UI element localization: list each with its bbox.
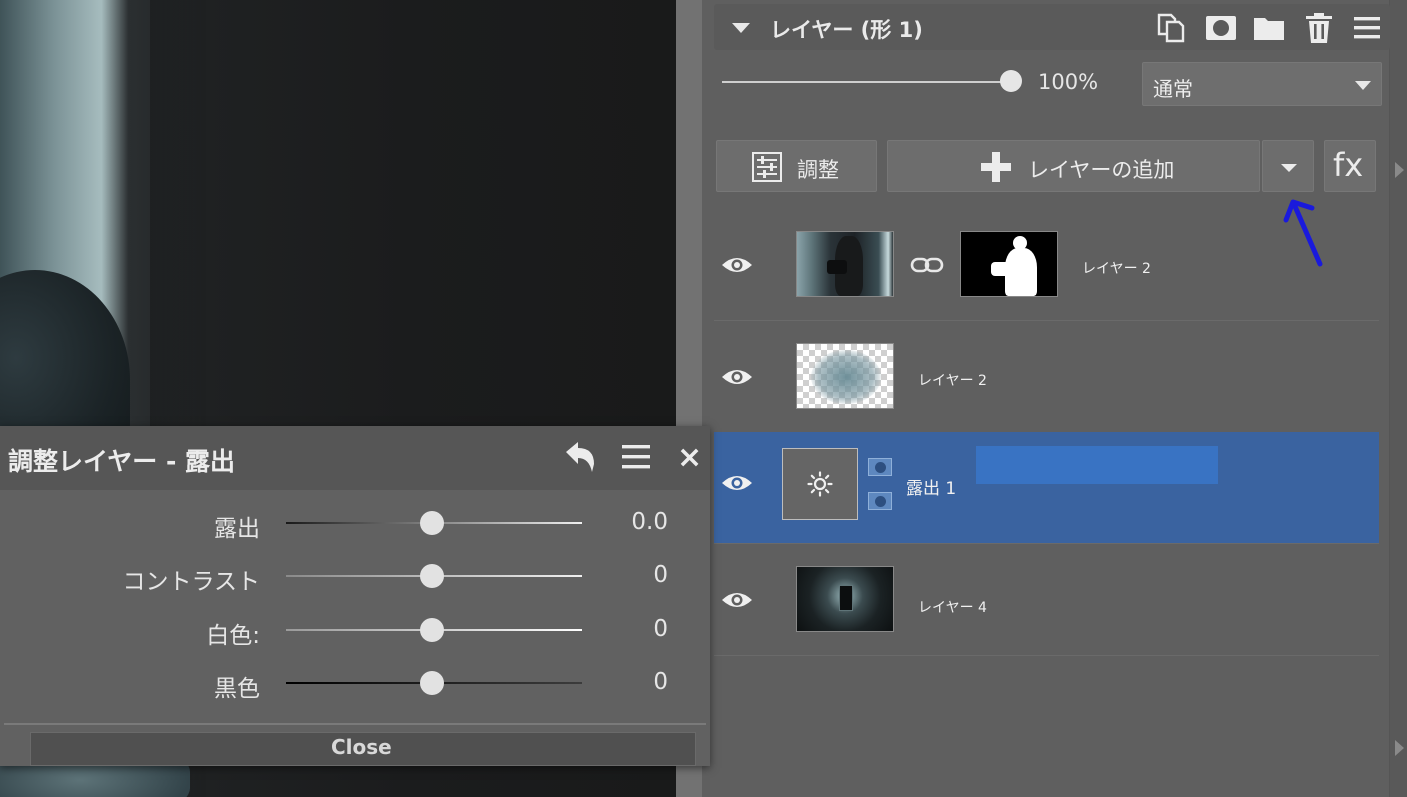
undo-icon[interactable] [562,440,598,474]
blend-mode-select[interactable]: 通常 [1142,62,1382,106]
layer-thumbnail[interactable] [796,231,894,297]
adjust-label: コントラスト [122,569,260,595]
collapse-caret-icon[interactable] [732,23,750,33]
layer-mask-thumbnail[interactable] [960,231,1058,297]
eye-icon[interactable] [720,589,754,611]
adjustment-dialog: 調整レイヤー - 露出 × 露出 0.0 コントラスト 0 白色: 0 黒色 0 [0,426,710,766]
contrast-slider-thumb[interactable] [420,564,444,588]
plus-icon-bar [981,163,1011,171]
close-button[interactable]: Close [30,732,696,766]
layer-name: 露出 1 [906,479,957,499]
layer-name: レイヤー 2 [1082,261,1151,277]
menu-icon[interactable] [1350,12,1384,44]
adjust-label: 露出 [214,516,260,542]
layers-header: レイヤー (形 1) [714,4,1390,50]
adjust-row-whites: 白色: 0 [0,610,700,650]
adjust-row-contrast: コントラスト 0 [0,556,700,596]
chevron-down-icon [1355,81,1371,90]
expand-arrow-icon[interactable] [1395,162,1404,178]
adjust-row-exposure: 露出 0.0 [0,503,700,543]
mask-chip-icon[interactable] [868,492,892,510]
layers-panel: レイヤー (形 1) 100% 通常 調整 レイヤーの追加 fx レイヤー 2 … [702,0,1407,797]
mask-chip-icon[interactable] [868,458,892,476]
dialog-title-bar[interactable]: 調整レイヤー - 露出 × [0,426,710,490]
fx-button[interactable]: fx [1324,140,1376,192]
dialog-title: 調整レイヤー - 露出 [8,447,236,476]
thumb-blur [811,350,881,404]
add-layer-dropdown-button[interactable] [1262,140,1314,192]
expand-arrow-icon[interactable] [1395,740,1404,756]
adjust-sliders-icon [752,152,782,182]
dialog-separator [4,723,706,725]
adjustment-layer-thumbnail[interactable] [782,448,858,520]
exposure-slider-thumb[interactable] [420,511,444,535]
duplicate-icon[interactable] [1154,12,1188,44]
blend-mode-value: 通常 [1153,77,1193,101]
blacks-slider-thumb[interactable] [420,671,444,695]
thumb-camera [827,260,847,274]
fx-button-label: fx [1333,146,1364,184]
layer-row[interactable]: レイヤー 2 [714,210,1379,321]
adjust-row-blacks: 黒色 0 [0,663,700,703]
trash-icon[interactable] [1302,12,1336,44]
thumb-door [839,585,853,611]
opacity-slider-track[interactable] [722,81,1006,83]
opacity-slider-thumb[interactable] [1000,70,1022,92]
opacity-value: 100% [1038,70,1099,94]
layer-row[interactable]: レイヤー 4 [714,545,1379,656]
adjust-value: 0.0 [631,509,668,535]
layer-row-selected[interactable]: 露出 1 [714,432,1379,544]
chevron-down-icon [1281,164,1297,172]
adjust-label: 黒色 [214,676,260,702]
mask-icon[interactable] [1204,12,1238,44]
adjust-button-label: 調整 [797,158,839,182]
layer-row[interactable]: レイヤー 2 [714,322,1379,433]
layers-panel-title: レイヤー (形 1) [770,18,923,42]
adjust-value: 0 [653,616,668,642]
add-layer-button-label: レイヤーの追加 [1028,158,1175,182]
eye-icon[interactable] [720,472,754,494]
dialog-menu-icon[interactable] [620,442,652,472]
mask-hand [991,262,1011,276]
close-button-label: Close [331,735,392,759]
link-icon[interactable] [910,255,944,275]
layer-thumbnail[interactable] [796,343,894,409]
whites-slider-thumb[interactable] [420,618,444,642]
layer-thumbnail[interactable] [796,566,894,632]
add-layer-button[interactable]: レイヤーの追加 [887,140,1260,192]
adjust-value: 0 [653,669,668,695]
layer-name: レイヤー 2 [918,373,987,389]
eye-icon[interactable] [720,254,754,276]
eye-icon[interactable] [720,366,754,388]
opacity-blend-row: 100% 通常 [720,62,1382,106]
adjust-label: 白色: [206,623,260,649]
layer-name-highlight [976,446,1218,484]
panel-edge-bar [1389,0,1407,797]
adjust-button[interactable]: 調整 [716,140,877,192]
folder-icon[interactable] [1252,12,1286,44]
sun-icon [807,471,833,497]
layer-name: レイヤー 4 [918,600,987,616]
adjust-value: 0 [653,562,668,588]
close-icon[interactable]: × [677,440,702,475]
